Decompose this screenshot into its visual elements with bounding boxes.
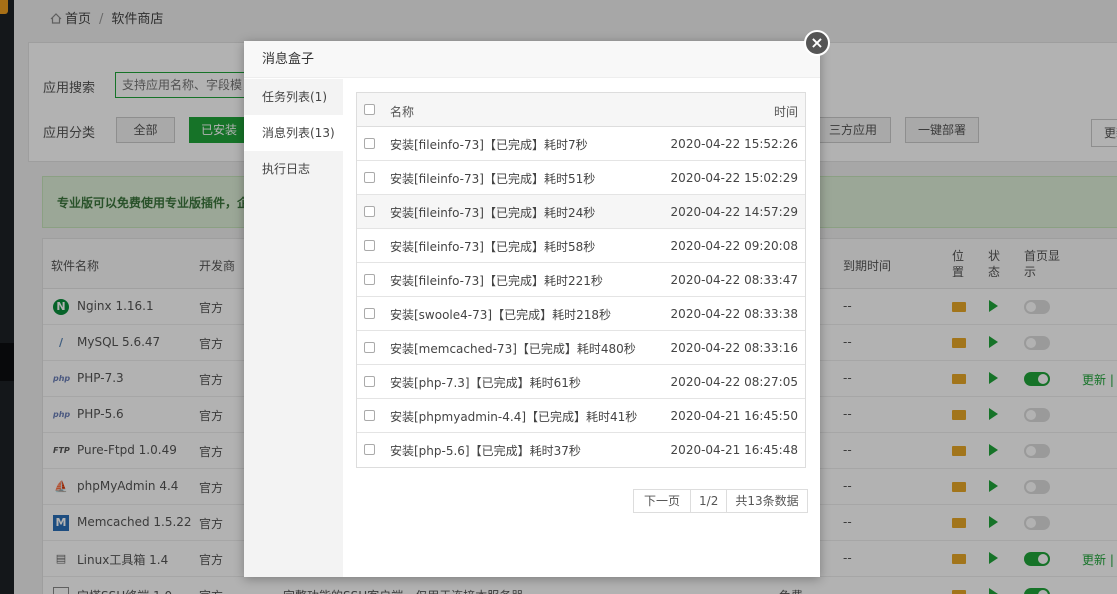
message-time: 2020-04-21 16:45:48 [670, 443, 798, 457]
tab-task-list[interactable]: 任务列表(1) [244, 79, 343, 115]
message-time: 2020-04-22 08:27:05 [670, 375, 798, 389]
message-name: 安装[fileinfo-73]【已完成】耗时221秒 [390, 274, 603, 288]
total-count: 共13条数据 [727, 490, 807, 512]
row-checkbox[interactable] [364, 342, 375, 353]
row-checkbox[interactable] [364, 308, 375, 319]
table-row[interactable]: 安装[memcached-73]【已完成】耗时480秒 2020-04-22 08… [357, 331, 805, 365]
message-name: 安装[fileinfo-73]【已完成】耗时7秒 [390, 138, 588, 152]
select-all-checkbox[interactable] [364, 104, 375, 115]
message-time: 2020-04-22 08:33:47 [670, 273, 798, 287]
tab-message-list[interactable]: 消息列表(13) [244, 115, 343, 151]
table-row[interactable]: 安装[fileinfo-73]【已完成】耗时7秒 2020-04-22 15:52… [357, 127, 805, 161]
message-table-header: 名称 时间 [357, 93, 805, 127]
message-name: 安装[php-5.6]【已完成】耗时37秒 [390, 444, 581, 458]
table-row[interactable]: 安装[fileinfo-73]【已完成】耗时24秒 2020-04-22 14:5… [357, 195, 805, 229]
message-time: 2020-04-22 14:57:29 [670, 205, 798, 219]
row-checkbox[interactable] [364, 172, 375, 183]
row-checkbox[interactable] [364, 376, 375, 387]
table-row[interactable]: 安装[fileinfo-73]【已完成】耗时51秒 2020-04-22 15:0… [357, 161, 805, 195]
message-time: 2020-04-22 15:52:26 [670, 137, 798, 151]
message-name: 安装[swoole4-73]【已完成】耗时218秒 [390, 308, 611, 322]
message-name: 安装[fileinfo-73]【已完成】耗时51秒 [390, 172, 596, 186]
row-checkbox[interactable] [364, 410, 375, 421]
page-indicator: 1/2 [691, 490, 728, 512]
row-checkbox[interactable] [364, 206, 375, 217]
row-checkbox[interactable] [364, 274, 375, 285]
message-table: 名称 时间 安装[fileinfo-73]【已完成】耗时7秒 2020-04-22… [356, 92, 806, 468]
row-checkbox[interactable] [364, 444, 375, 455]
modal-sidebar: 任务列表(1) 消息列表(13) 执行日志 [244, 79, 343, 577]
column-name: 名称 [390, 105, 415, 119]
table-row[interactable]: 安装[fileinfo-73]【已完成】耗时58秒 2020-04-22 09:2… [357, 229, 805, 263]
table-row[interactable]: 安装[php-5.6]【已完成】耗时37秒 2020-04-21 16:45:48 [357, 433, 805, 467]
table-row[interactable]: 安装[php-7.3]【已完成】耗时61秒 2020-04-22 08:27:05 [357, 365, 805, 399]
row-checkbox[interactable] [364, 138, 375, 149]
message-name: 安装[fileinfo-73]【已完成】耗时58秒 [390, 240, 596, 254]
message-name: 安装[fileinfo-73]【已完成】耗时24秒 [390, 206, 596, 220]
message-time: 2020-04-22 08:33:16 [670, 341, 798, 355]
table-row[interactable]: 安装[phpmyadmin-4.4]【已完成】耗时41秒 2020-04-21 1… [357, 399, 805, 433]
column-time: 时间 [773, 105, 798, 119]
message-time: 2020-04-22 08:33:38 [670, 307, 798, 321]
message-name: 安装[memcached-73]【已完成】耗时480秒 [390, 342, 636, 356]
message-time: 2020-04-22 09:20:08 [670, 239, 798, 253]
table-row[interactable]: 安装[fileinfo-73]【已完成】耗时221秒 2020-04-22 08:… [357, 263, 805, 297]
pagination: 下一页 1/2 共13条数据 [633, 489, 808, 513]
message-time: 2020-04-22 15:02:29 [670, 171, 798, 185]
tab-exec-log[interactable]: 执行日志 [244, 151, 343, 187]
modal-title: 消息盒子 [244, 41, 820, 78]
message-box-modal: 消息盒子 任务列表(1) 消息列表(13) 执行日志 名称 时间 安装[file… [244, 41, 820, 577]
next-page-button[interactable]: 下一页 [634, 490, 692, 512]
message-time: 2020-04-21 16:45:50 [670, 409, 798, 423]
message-name: 安装[phpmyadmin-4.4]【已完成】耗时41秒 [390, 410, 638, 424]
message-name: 安装[php-7.3]【已完成】耗时61秒 [390, 376, 581, 390]
table-row[interactable]: 安装[swoole4-73]【已完成】耗时218秒 2020-04-22 08:3… [357, 297, 805, 331]
close-icon[interactable]: × [804, 30, 830, 56]
modal-body: 名称 时间 安装[fileinfo-73]【已完成】耗时7秒 2020-04-22… [343, 79, 820, 577]
row-checkbox[interactable] [364, 240, 375, 251]
